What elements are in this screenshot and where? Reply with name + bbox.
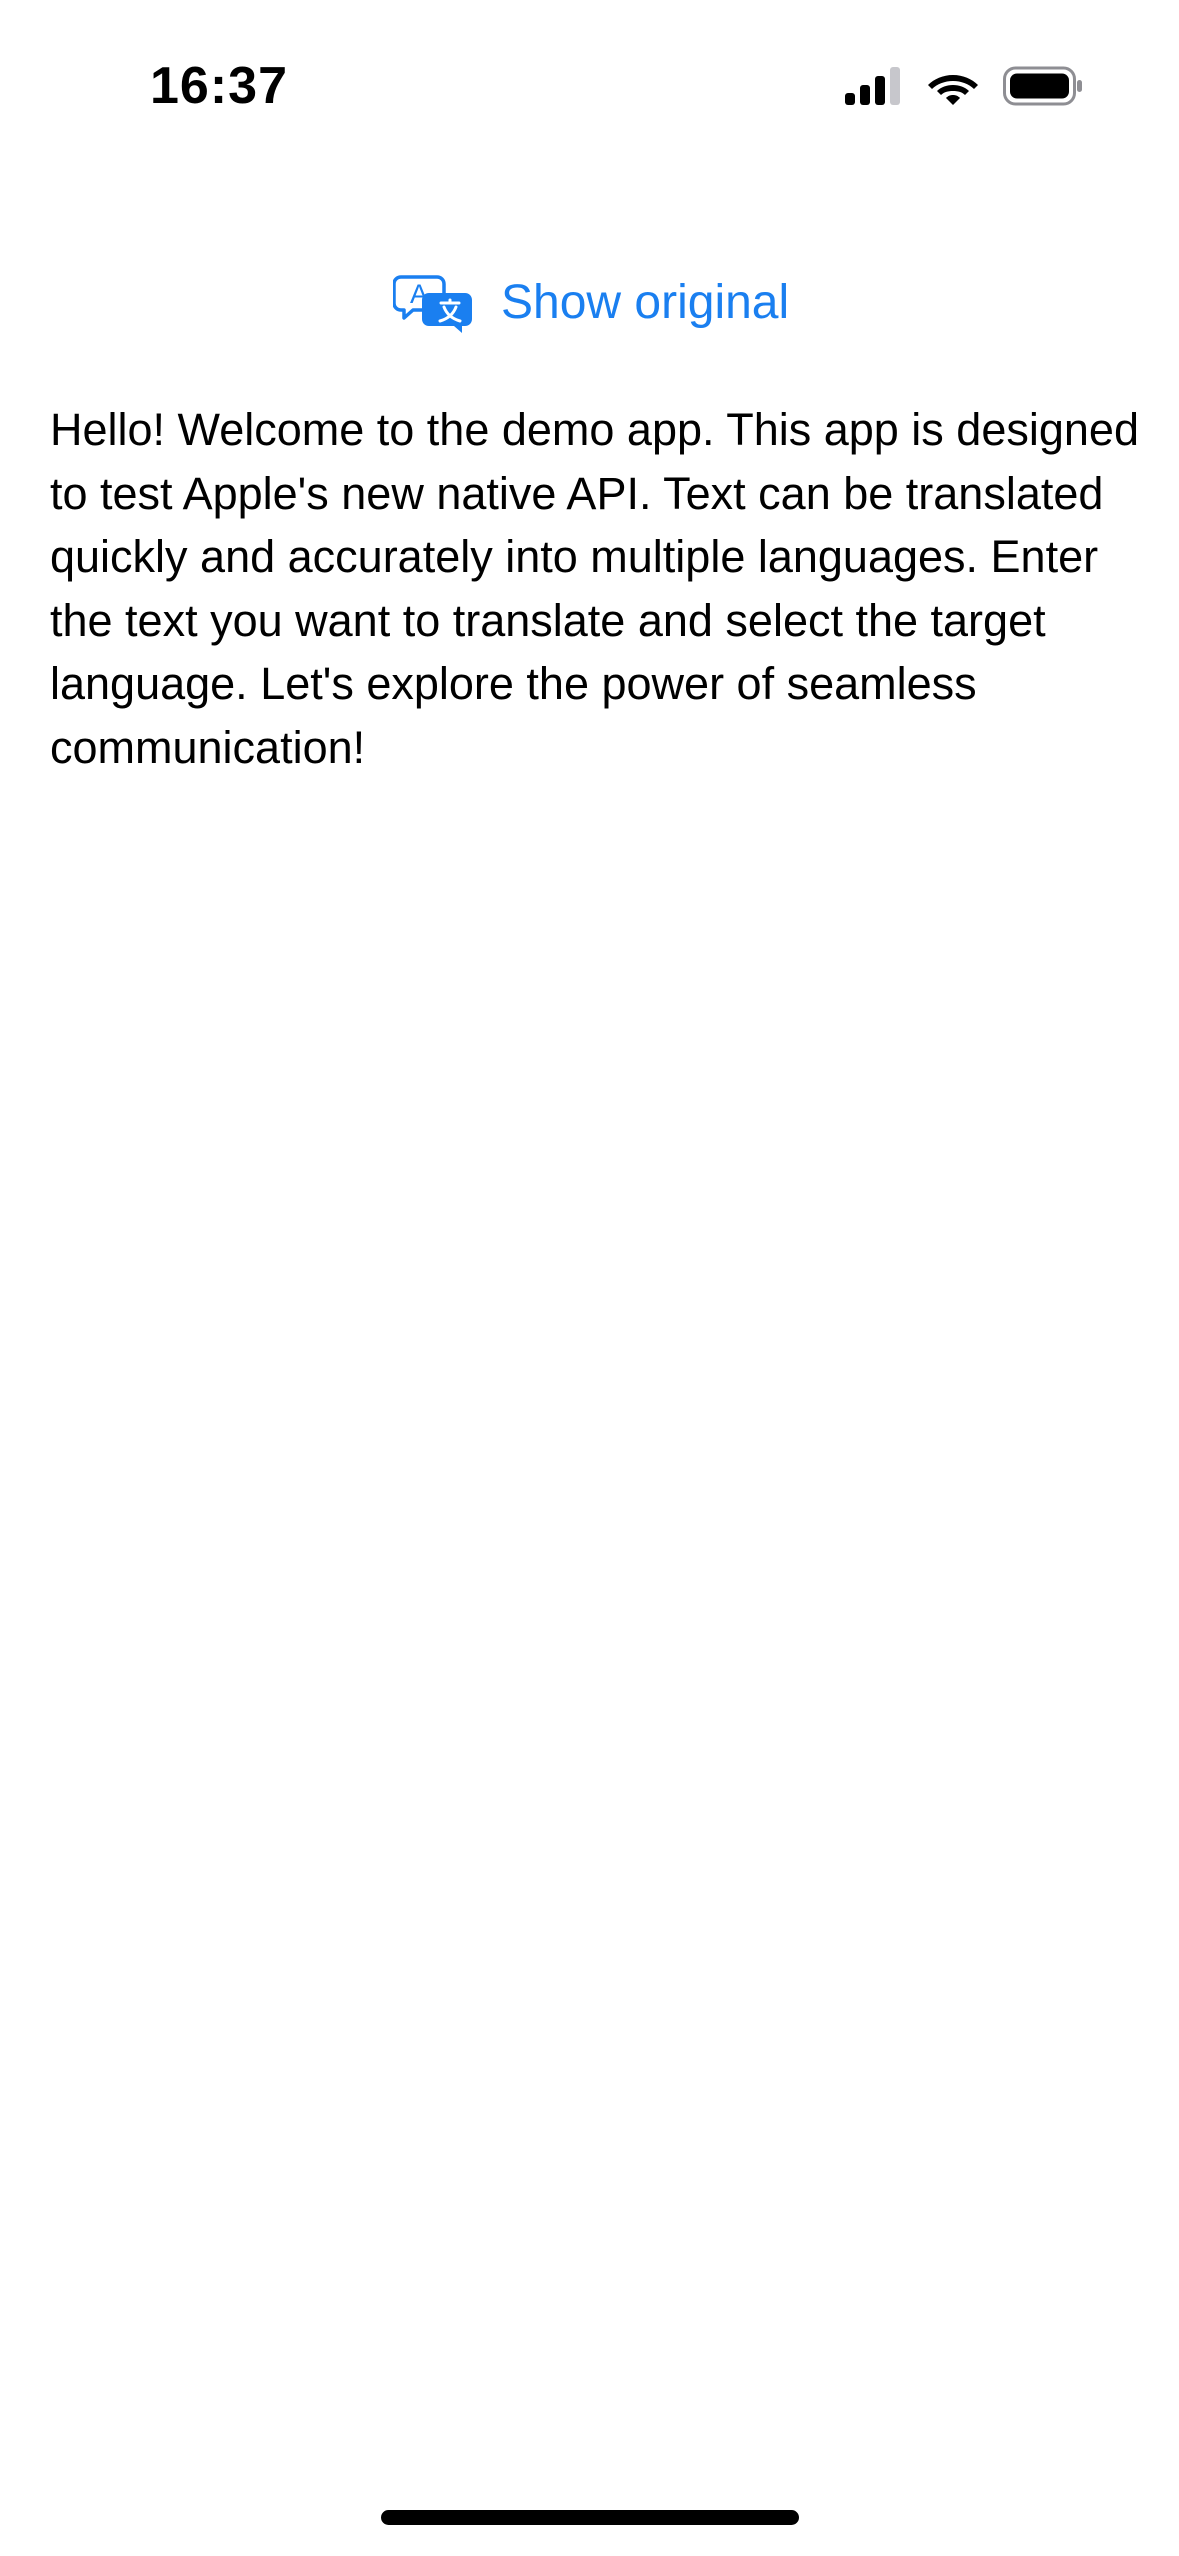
- translated-text: Hello! Welcome to the demo app. This app…: [50, 404, 1139, 773]
- status-time: 16:37: [150, 57, 288, 115]
- battery-icon: [1003, 66, 1083, 106]
- status-icons: [845, 64, 1083, 108]
- cellular-signal-icon: [845, 67, 903, 105]
- translate-icon: A: [393, 273, 473, 333]
- wifi-icon: [927, 67, 979, 105]
- status-bar: 16:37: [0, 0, 1179, 170]
- show-original-label: Show original: [501, 276, 790, 329]
- show-original-button[interactable]: A Show original: [393, 268, 789, 338]
- home-indicator[interactable]: [381, 2510, 799, 2525]
